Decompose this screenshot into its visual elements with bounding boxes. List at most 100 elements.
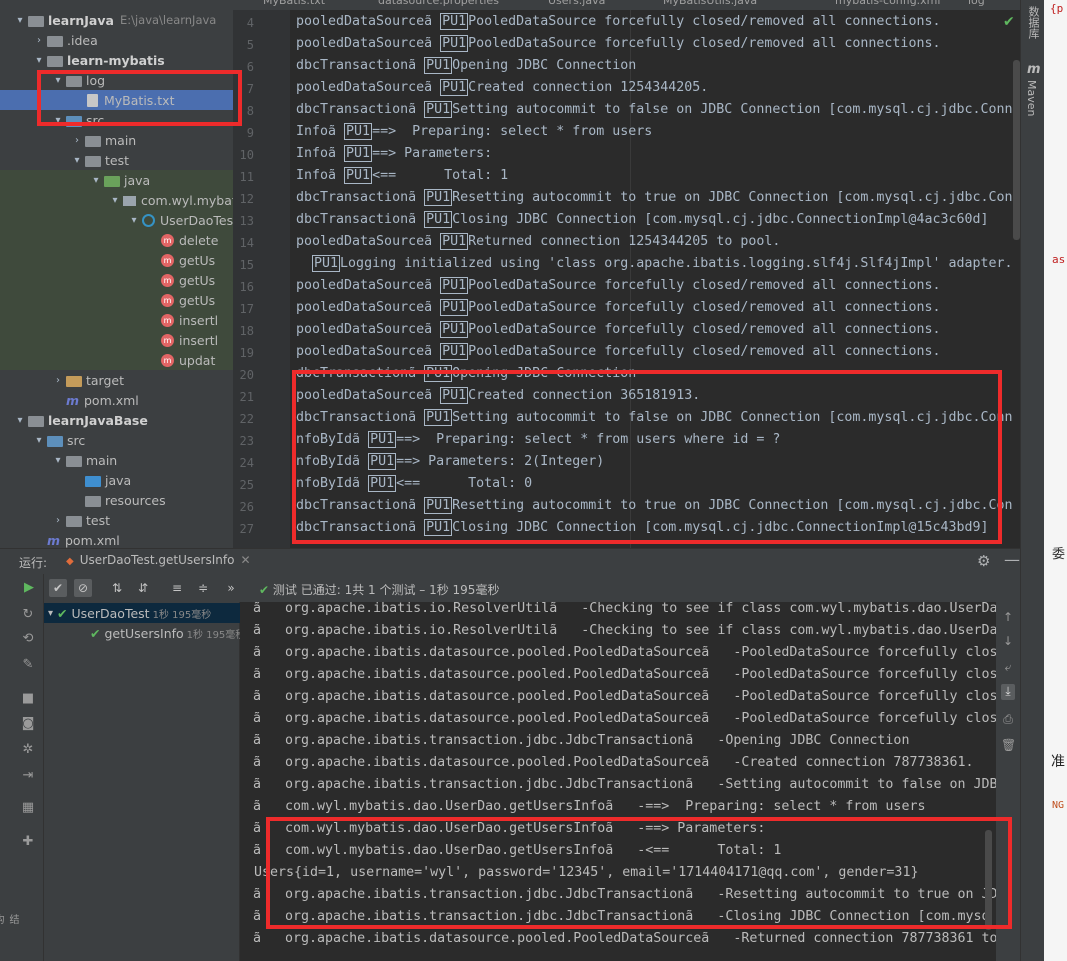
toggle-autotest-icon[interactable]: ⟲: [19, 631, 37, 649]
log-message: PooledDataSource forcefully closed/remov…: [468, 300, 941, 315]
camera-icon[interactable]: ◙: [19, 716, 37, 734]
tree-item[interactable]: ▾ test: [0, 150, 233, 170]
tree-item[interactable]: m getUs: [0, 250, 233, 270]
arrow-down-icon[interactable]: ↓: [1001, 634, 1015, 650]
arrow-up-icon[interactable]: ↑: [1001, 610, 1015, 626]
database-tool-tab[interactable]: 数据库: [1025, 6, 1041, 39]
editor-line: nfoByIdã PU1 <== Total: 0: [296, 475, 532, 492]
console-scroll-thumb[interactable]: [985, 830, 992, 930]
maven-icon[interactable]: m: [1027, 62, 1041, 77]
log-source: pooledDataSourceã: [296, 278, 441, 293]
tree-item[interactable]: › target: [0, 370, 233, 390]
editor-tab[interactable]: MyBatis.txt: [263, 0, 325, 7]
more-actions-icon[interactable]: »: [222, 579, 240, 597]
chevron-right-icon[interactable]: ›: [52, 375, 64, 386]
inspection-ok-icon[interactable]: ✔: [1003, 14, 1015, 30]
tree-item[interactable]: › main: [0, 130, 233, 150]
maven-file-icon: m: [47, 533, 61, 548]
print-icon[interactable]: ⎙: [1001, 712, 1015, 728]
gear-icon[interactable]: ⚙: [977, 552, 990, 570]
tree-item[interactable]: resources: [0, 490, 233, 510]
console-line: ã com.wyl.mybatis.dao.UserDao.getUsersIn…: [253, 843, 782, 858]
sort-duration-icon[interactable]: ⇵: [134, 579, 152, 597]
editor-scroll-thumb[interactable]: [1013, 60, 1020, 240]
bug-icon[interactable]: ✲: [19, 742, 37, 760]
tree-item[interactable]: m pom.xml: [0, 530, 233, 549]
scroll-to-end-icon[interactable]: ⤓: [1001, 684, 1015, 700]
test-tree-item[interactable]: ✔ getUsersInfo 1秒 195毫秒: [44, 623, 245, 643]
close-tab-icon[interactable]: ✕: [240, 553, 250, 567]
tree-item[interactable]: m getUs: [0, 290, 233, 310]
tree-item[interactable]: ▾ UserDaoTes: [0, 210, 233, 230]
editor-scrollbar[interactable]: [1013, 10, 1020, 548]
tree-item-label: getUs: [179, 292, 216, 308]
tree-item[interactable]: ▾ com.wyl.mybat: [0, 190, 233, 210]
minimize-icon[interactable]: —: [1004, 550, 1020, 569]
tree-item[interactable]: ▾ learn-mybatis: [0, 50, 233, 70]
log-message: Setting autocommit to false on JDBC Conn…: [452, 102, 1020, 117]
tree-item[interactable]: m getUs: [0, 270, 233, 290]
editor-tab[interactable]: MyBatisUtils.java: [663, 0, 757, 7]
control-char-tag: PU1: [312, 255, 341, 272]
editor-tab[interactable]: Users.java: [548, 0, 605, 7]
tree-item[interactable]: ▾ main: [0, 450, 233, 470]
editor-line: pooledDataSourceã PU1 PooledDataSource fo…: [296, 321, 940, 338]
tree-item[interactable]: ▾ src: [0, 110, 233, 130]
layout-icon[interactable]: ▦: [19, 800, 37, 818]
soft-wrap-icon[interactable]: ⤶: [1001, 660, 1015, 676]
test-method-icon: m: [161, 253, 174, 267]
editor-tab[interactable]: datasource.properties: [378, 0, 499, 7]
tree-item[interactable]: MyBatis.txt: [0, 90, 233, 110]
editor-line: dbcTransactionã PU1 Resetting autocommit …: [296, 189, 1020, 206]
structure-tool-tab[interactable]: 结构: [0, 910, 20, 928]
tree-item[interactable]: m pom.xml: [0, 390, 233, 410]
stop-icon[interactable]: ■: [19, 691, 37, 709]
show-ignored-toggle[interactable]: ⊘: [74, 579, 92, 597]
trash-icon[interactable]: 🗑: [1001, 738, 1016, 754]
tree-item[interactable]: ▾ learnJava E:\java\learnJava: [0, 10, 233, 30]
tree-item[interactable]: ▾ learnJavaBase: [0, 410, 233, 430]
tree-item[interactable]: m insertl: [0, 330, 233, 350]
chevron-down-icon[interactable]: ▾: [33, 55, 45, 66]
sort-alpha-icon[interactable]: ⇅: [108, 579, 126, 597]
chevron-down-icon[interactable]: ▾: [48, 608, 53, 619]
editor-text-area[interactable]: pooledDataSourceã PU1 PooledDataSource fo…: [290, 10, 1020, 548]
test-tree-item[interactable]: ▾ ✔ UserDaoTest 1秒 195毫秒: [44, 603, 240, 623]
tree-item[interactable]: › .idea: [0, 30, 233, 50]
export-icon[interactable]: ⇥: [19, 768, 37, 786]
editor-tab[interactable]: mybatis-config.xml: [835, 0, 940, 7]
pin-icon[interactable]: ✚: [19, 834, 37, 852]
chevron-down-icon[interactable]: ▾: [52, 115, 64, 126]
show-passed-toggle[interactable]: ✔: [49, 579, 67, 597]
chevron-down-icon[interactable]: ▾: [14, 15, 26, 26]
console-output[interactable]: ã org.apache.ibatis.io.ResolverUtilã -Ch…: [240, 602, 996, 961]
tree-item[interactable]: java: [0, 470, 233, 490]
maven-tool-tab[interactable]: Maven: [1025, 80, 1038, 116]
chevron-down-icon[interactable]: ▾: [90, 175, 102, 186]
tree-item[interactable]: m updat: [0, 350, 233, 370]
chevron-right-icon[interactable]: ›: [52, 515, 64, 526]
chevron-down-icon[interactable]: ▾: [128, 215, 140, 226]
chevron-down-icon[interactable]: ▾: [71, 155, 83, 166]
chevron-down-icon[interactable]: ▾: [52, 455, 64, 466]
tree-item[interactable]: ▾ java: [0, 170, 233, 190]
chevron-down-icon[interactable]: ▾: [14, 415, 26, 426]
chevron-down-icon[interactable]: ▾: [52, 75, 64, 86]
tree-item[interactable]: m insertl: [0, 310, 233, 330]
rerun-icon[interactable]: ▶: [20, 580, 38, 598]
editor-tab[interactable]: log: [968, 0, 985, 7]
wrench-icon[interactable]: ✎: [19, 657, 37, 675]
rerun-failed-icon[interactable]: ↻: [19, 607, 37, 625]
tree-item[interactable]: ▾ log: [0, 70, 233, 90]
log-source: dbcTransactionã: [296, 520, 425, 535]
run-config-tab[interactable]: ◆ UserDaoTest.getUsersInfo ✕: [66, 553, 251, 567]
chevron-down-icon[interactable]: ▾: [33, 435, 45, 446]
chevron-down-icon[interactable]: ▾: [109, 195, 121, 206]
chevron-right-icon[interactable]: ›: [71, 135, 83, 146]
tree-item[interactable]: ▾ src: [0, 430, 233, 450]
tree-item[interactable]: › test: [0, 510, 233, 530]
expand-all-icon[interactable]: ≡: [168, 579, 186, 597]
collapse-all-icon[interactable]: ≑: [194, 579, 212, 597]
tree-item[interactable]: m delete: [0, 230, 233, 250]
chevron-right-icon[interactable]: ›: [33, 35, 45, 46]
